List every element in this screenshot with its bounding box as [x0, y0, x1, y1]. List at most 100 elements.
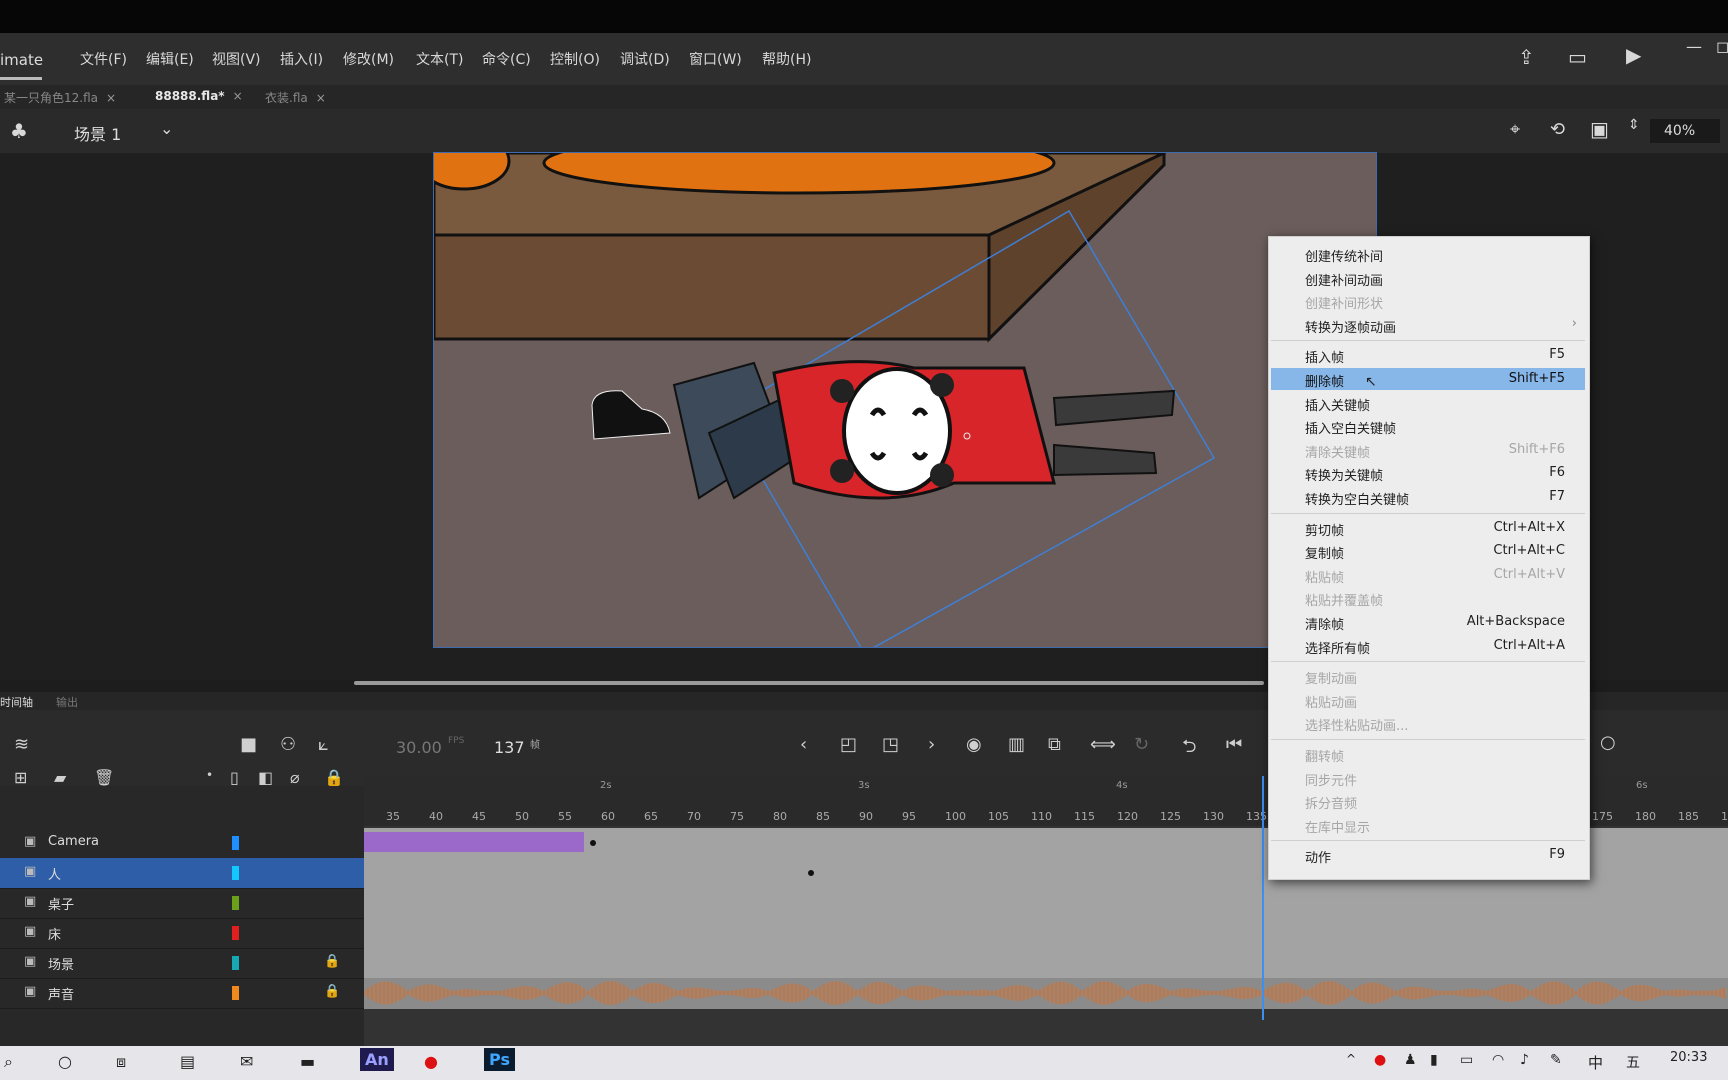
context-menu-item[interactable]: 创建补间动画: [1271, 267, 1585, 289]
close-icon[interactable]: ×: [233, 89, 243, 103]
layer-row[interactable]: ▣ 人: [0, 858, 364, 889]
tab-timeline[interactable]: 时间轴: [0, 694, 33, 710]
menu-command[interactable]: 命令(C): [482, 49, 531, 69]
mail-icon[interactable]: ✉: [240, 1052, 253, 1071]
context-menu-item[interactable]: 转换为逐帧动画 ›: [1271, 314, 1585, 336]
context-menu-item[interactable]: 创建传统补间: [1271, 243, 1585, 265]
current-frame[interactable]: 137: [494, 738, 525, 757]
tray-volume-icon[interactable]: ♪: [1520, 1052, 1529, 1068]
lock-icon[interactable]: 🔒: [324, 954, 340, 969]
context-menu-item[interactable]: 清除帧 Alt+Backspace: [1271, 611, 1585, 633]
layer-name[interactable]: 场景: [48, 954, 74, 973]
context-menu-item[interactable]: 剪切帧 Ctrl+Alt+X: [1271, 517, 1585, 539]
layer-color-swatch[interactable]: [232, 956, 239, 970]
zoom-slider-knob[interactable]: ○: [1600, 732, 1616, 753]
share-icon[interactable]: ⇪: [1518, 45, 1535, 69]
rewind-icon[interactable]: ⏮: [1226, 734, 1242, 755]
frame-row[interactable]: [363, 978, 1728, 1009]
layer-name[interactable]: 床: [48, 924, 61, 943]
center-stage-icon[interactable]: ⌖: [1510, 119, 1520, 140]
layer-color-swatch[interactable]: [232, 926, 239, 940]
context-menu-item[interactable]: 选择所有帧 Ctrl+Alt+A: [1271, 635, 1585, 657]
frame-row[interactable]: [364, 918, 1728, 949]
close-icon[interactable]: ×: [316, 91, 326, 105]
zoom-field[interactable]: 40%: [1650, 119, 1720, 143]
context-menu-item[interactable]: 插入空白关键帧: [1271, 415, 1585, 437]
new-layer-icon[interactable]: ⊞: [14, 768, 27, 787]
layer-row[interactable]: ▣ 场景 🔒: [0, 948, 364, 979]
layer-color-swatch[interactable]: [232, 986, 239, 1000]
chevron-down-icon[interactable]: ⌄: [160, 119, 173, 138]
menu-debug[interactable]: 调试(D): [620, 49, 670, 69]
tray-record-icon[interactable]: ●: [1374, 1052, 1386, 1068]
tab-output[interactable]: 输出: [56, 694, 78, 710]
dot-icon[interactable]: •: [206, 768, 213, 782]
context-menu-item[interactable]: 粘贴动画: [1271, 689, 1585, 711]
context-menu-item[interactable]: 转换为空白关键帧 F7: [1271, 486, 1585, 508]
menu-insert[interactable]: 插入(I): [280, 49, 323, 69]
keyframe-dot[interactable]: [590, 840, 596, 846]
context-menu-item[interactable]: 删除帧 Shift+F5 ↖: [1271, 368, 1585, 390]
context-menu-item[interactable]: 复制动画: [1271, 665, 1585, 687]
menu-file[interactable]: 文件(F): [80, 49, 127, 69]
layer-name[interactable]: Camera: [48, 834, 99, 849]
menu-modify[interactable]: 修改(M): [343, 49, 394, 69]
loop-icon[interactable]: ⮌: [1182, 734, 1196, 764]
context-menu-item[interactable]: 粘贴并覆盖帧: [1271, 587, 1585, 609]
animate-app-icon[interactable]: An: [360, 1048, 394, 1071]
record-app-icon[interactable]: ●: [424, 1052, 438, 1071]
layer-row[interactable]: ▣ 声音 🔒: [0, 978, 364, 1009]
layer-name[interactable]: 桌子: [48, 894, 74, 913]
minimize-icon[interactable]: —: [1686, 37, 1702, 56]
context-menu-item[interactable]: 动作 F9: [1271, 844, 1585, 866]
doc-tab[interactable]: 某一只角色12.fla ×: [4, 89, 116, 106]
menu-help[interactable]: 帮助(H): [762, 49, 811, 69]
onion-skin-icon[interactable]: ◉: [966, 734, 982, 755]
graph-icon[interactable]: ⟀: [318, 734, 329, 755]
play-icon[interactable]: ▶: [1626, 43, 1641, 67]
ime-mode-icon[interactable]: 五: [1626, 1052, 1640, 1072]
insert-keyframe-icon[interactable]: ◰: [840, 734, 857, 755]
stage[interactable]: [433, 152, 1377, 648]
swap-icon[interactable]: ⧉: [1048, 734, 1061, 755]
context-menu-item[interactable]: 插入关键帧: [1271, 392, 1585, 414]
menu-text[interactable]: 文本(T): [416, 49, 463, 69]
context-menu-item[interactable]: 选择性粘贴动画...: [1271, 712, 1585, 734]
context-menu-item[interactable]: 同步元件: [1271, 767, 1585, 789]
cortana-icon[interactable]: ○: [58, 1052, 72, 1071]
context-menu-item[interactable]: 插入帧 F5: [1271, 344, 1585, 366]
camera-layer-icon[interactable]: ◧: [258, 768, 273, 787]
menu-window[interactable]: 窗口(W): [689, 49, 742, 69]
clock[interactable]: 20:33: [1670, 1050, 1707, 1065]
center-frame-icon[interactable]: ⟺: [1090, 734, 1116, 755]
eye-icon[interactable]: ⌀: [290, 768, 300, 787]
camera-tween-span[interactable]: [364, 832, 584, 852]
next-frame-icon[interactable]: ›: [928, 734, 935, 755]
photoshop-app-icon[interactable]: Ps: [484, 1048, 515, 1071]
context-menu-item[interactable]: 翻转帧: [1271, 743, 1585, 765]
layer-name[interactable]: 人: [48, 864, 61, 883]
tray-network-icon[interactable]: ▭: [1460, 1052, 1473, 1068]
task-view-icon[interactable]: ⧈: [116, 1052, 126, 1072]
layer-parenting-icon[interactable]: ⚇: [280, 734, 296, 755]
playhead[interactable]: [1262, 776, 1264, 1020]
outline-icon[interactable]: ▯: [230, 768, 239, 787]
layer-color-swatch[interactable]: [232, 896, 239, 910]
layer-color-swatch[interactable]: [232, 866, 239, 880]
lock-icon[interactable]: 🔒: [324, 768, 344, 787]
tray-mic-icon[interactable]: ▮: [1430, 1052, 1438, 1068]
ime-indicator[interactable]: 中: [1588, 1052, 1603, 1073]
folder-icon[interactable]: ▰: [54, 768, 66, 787]
context-menu-item[interactable]: 在库中显示: [1271, 814, 1585, 836]
camera-icon[interactable]: ■: [240, 734, 257, 755]
context-menu-item[interactable]: 粘贴帧 Ctrl+Alt+V: [1271, 564, 1585, 586]
store-icon[interactable]: ▤: [180, 1052, 195, 1071]
edit-multiple-frames-icon[interactable]: ▥: [1008, 734, 1025, 755]
close-icon[interactable]: ×: [106, 91, 116, 105]
layers-icon[interactable]: ≋: [14, 734, 29, 755]
trash-icon[interactable]: 🗑: [94, 768, 114, 787]
clip-icon[interactable]: ▣: [1590, 117, 1609, 141]
prev-frame-icon[interactable]: ‹: [800, 734, 807, 755]
frame-row[interactable]: [364, 948, 1728, 979]
context-menu-item[interactable]: 拆分音频: [1271, 790, 1585, 812]
